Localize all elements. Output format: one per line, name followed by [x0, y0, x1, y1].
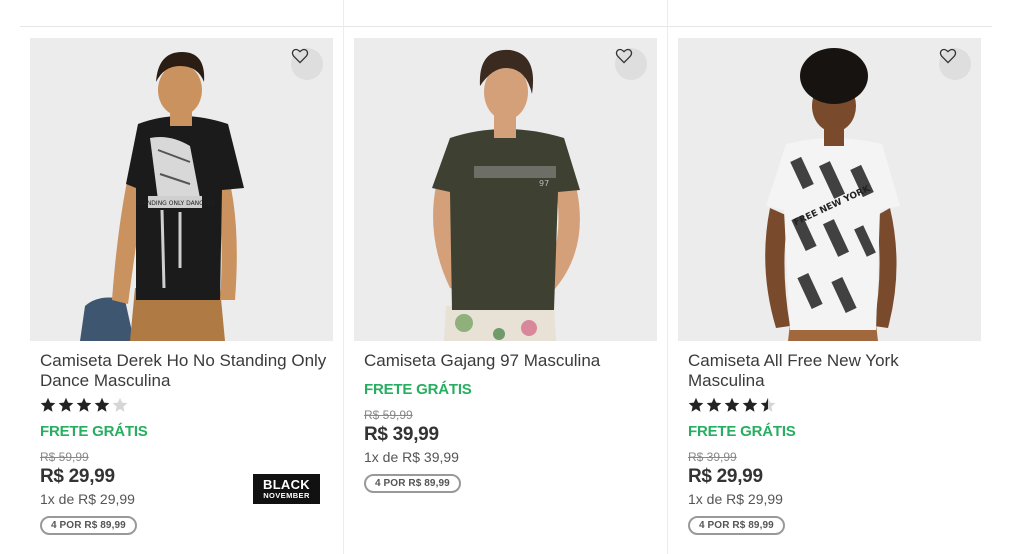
free-shipping-label: FRETE GRÁTIS: [40, 423, 148, 440]
favorite-button[interactable]: [939, 48, 971, 80]
product-card[interactable]: STANDING ONLY DANCING Camiseta Derek Ho …: [30, 38, 333, 535]
promo-badge[interactable]: 4 POR R$ 89,99: [688, 516, 785, 535]
shirt-print-text: STANDING ONLY DANCING: [136, 200, 215, 207]
product-title[interactable]: Camiseta All Free New York Masculina: [688, 351, 978, 391]
product-image[interactable]: FREE NEW YORK: [678, 38, 981, 341]
current-price: R$ 29,99: [688, 466, 763, 487]
star-icon: [706, 397, 722, 412]
grid-top-divider: [20, 26, 992, 27]
heart-outline-icon: [291, 48, 309, 64]
promo-badge[interactable]: 4 POR R$ 89,99: [364, 474, 461, 493]
star-icon: [724, 397, 740, 412]
product-card[interactable]: FREE NEW YORK Camiseta All Free New York…: [678, 38, 981, 535]
installments-text: 1x de R$ 39,99: [364, 449, 459, 465]
star-icon: [742, 397, 758, 412]
star-icon: [112, 397, 128, 412]
column-divider: [667, 0, 668, 554]
heart-outline-icon: [939, 48, 957, 64]
rating-stars: [40, 397, 333, 415]
old-price: R$ 39,99: [688, 450, 737, 464]
product-title[interactable]: Camiseta Gajang 97 Masculina: [364, 351, 654, 371]
column-divider: [343, 0, 344, 554]
star-icon: [76, 397, 92, 412]
star-icon: [40, 397, 56, 412]
product-card[interactable]: 97 Camiseta Gajang 97 Masculina FRETE GR…: [354, 38, 657, 493]
model-photo: STANDING ONLY DANCING: [30, 38, 333, 341]
star-icon: [94, 397, 110, 412]
product-info: Camiseta All Free New York Masculina FRE…: [678, 341, 981, 535]
favorite-button[interactable]: [291, 48, 323, 80]
star-icon: [760, 397, 776, 412]
free-shipping-label: FRETE GRÁTIS: [364, 381, 472, 398]
favorite-button[interactable]: [615, 48, 647, 80]
promo-badge[interactable]: 4 POR R$ 89,99: [40, 516, 137, 535]
badge-line-2: NOVEMBER: [263, 491, 310, 501]
current-price: R$ 39,99: [364, 424, 439, 445]
product-image[interactable]: STANDING ONLY DANCING: [30, 38, 333, 341]
model-photo: FREE NEW YORK: [678, 38, 981, 341]
star-icon: [58, 397, 74, 412]
badge-line-1: BLACK: [263, 477, 310, 493]
black-november-badge: BLACK NOVEMBER: [253, 474, 320, 504]
shirt-print-text: 97: [539, 179, 549, 188]
old-price: R$ 59,99: [364, 408, 413, 422]
product-image[interactable]: 97: [354, 38, 657, 341]
product-info: Camiseta Derek Ho No Standing Only Dance…: [30, 341, 333, 535]
product-title[interactable]: Camiseta Derek Ho No Standing Only Dance…: [40, 351, 330, 391]
heart-outline-icon: [615, 48, 633, 64]
installments-text: 1x de R$ 29,99: [688, 491, 783, 507]
rating-stars: [688, 397, 981, 415]
product-info: Camiseta Gajang 97 Masculina FRETE GRÁTI…: [354, 341, 657, 493]
model-photo: 97: [354, 38, 657, 341]
free-shipping-label: FRETE GRÁTIS: [688, 423, 796, 440]
star-icon: [688, 397, 704, 412]
old-price: R$ 59,99: [40, 450, 89, 464]
